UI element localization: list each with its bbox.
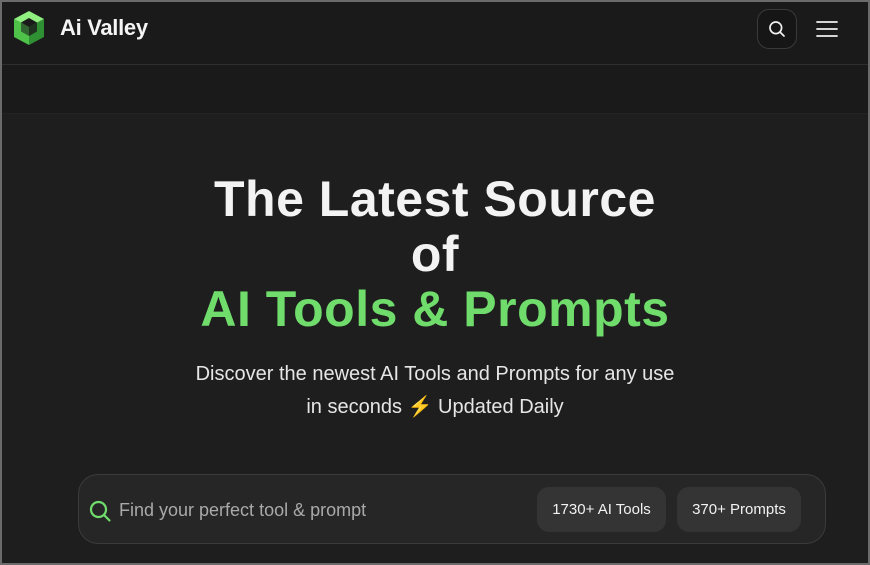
search-input[interactable]	[119, 495, 539, 525]
hero-subtitle-line-2: in seconds ⚡ Updated Daily	[0, 391, 870, 424]
ai-tools-count-button[interactable]: 1730+ AI Tools	[537, 487, 666, 532]
search-button[interactable]	[757, 9, 797, 49]
hero-subtitle: Discover the newest AI Tools and Prompts…	[0, 358, 870, 424]
lightning-bolt-icon: ⚡	[407, 396, 433, 418]
search-icon	[769, 21, 785, 37]
ai-valley-cube-logo-icon	[14, 11, 44, 45]
site-header: Ai Valley	[2, 2, 868, 65]
hero-subtitle-suffix: Updated Daily	[438, 396, 564, 418]
search-bar: 1730+ AI Tools 370+ Prompts	[78, 474, 826, 544]
hero-title: The Latest Source of AI Tools & Prompts	[0, 172, 870, 337]
hero-title-line-2: of	[410, 226, 460, 282]
hero-title-accent: AI Tools & Prompts	[200, 281, 670, 337]
hero-subtitle-text: in seconds	[306, 396, 402, 418]
brand-name: Ai Valley	[60, 15, 148, 40]
brand-logo[interactable]: Ai Valley	[12, 10, 148, 46]
hamburger-menu-icon	[816, 21, 838, 37]
hero-title-line-1: The Latest Source	[214, 171, 656, 227]
search-icon	[89, 500, 111, 522]
menu-button[interactable]	[807, 9, 847, 49]
hero-subtitle-line-1: Discover the newest AI Tools and Prompts…	[195, 363, 675, 385]
prompts-count-button[interactable]: 370+ Prompts	[677, 487, 801, 532]
header-sub-band	[2, 65, 868, 114]
